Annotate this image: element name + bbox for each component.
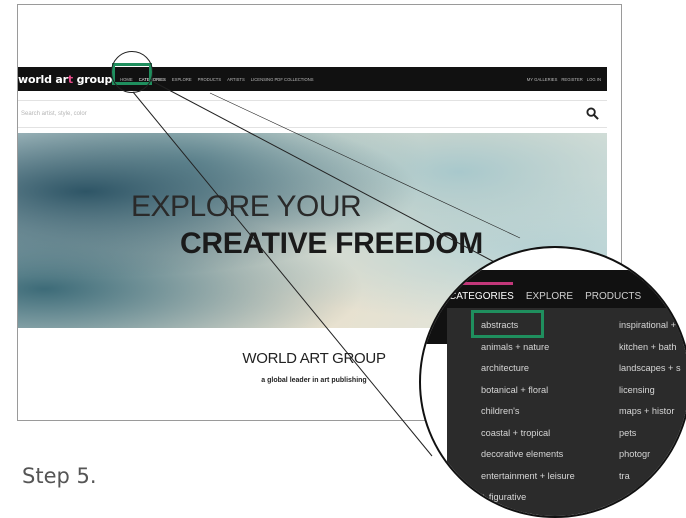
category-pets[interactable]: pets: [619, 428, 681, 450]
active-tab-indicator: [447, 282, 513, 285]
category-licensing[interactable]: licensing: [619, 385, 681, 407]
category-coastal-tropical[interactable]: coastal + tropical: [481, 428, 575, 450]
category-inspirational[interactable]: inspirational +: [619, 320, 681, 342]
category-botanical-floral[interactable]: botanical + floral: [481, 385, 575, 407]
zoomed-nav-products[interactable]: PRODUCTS: [585, 291, 641, 302]
category-animals-nature[interactable]: animals + nature: [481, 342, 575, 364]
category-photography[interactable]: photogr: [619, 449, 681, 471]
category-architecture[interactable]: architecture: [481, 363, 575, 385]
category-landscapes[interactable]: landscapes + s: [619, 363, 681, 385]
category-column-1: abstracts animals + nature architecture …: [481, 320, 575, 514]
zoomed-nav-explore[interactable]: EXPLORE: [526, 291, 573, 302]
step-label: Step 5.: [22, 464, 97, 488]
zoomed-nav-categories[interactable]: CATEGORIES: [449, 291, 514, 302]
category-decorative-elements[interactable]: decorative elements: [481, 449, 575, 471]
category-entertainment-leisure[interactable]: entertainment + leisure: [481, 471, 575, 493]
abstracts-highlight-box: [471, 310, 544, 338]
category-travel[interactable]: tra: [619, 471, 681, 493]
category-kitchen-bath[interactable]: kitchen + bath: [619, 342, 681, 364]
zoom-magnifier: CATEGORIES EXPLORE PRODUCTS abstracts an…: [419, 246, 686, 518]
category-figurative[interactable]: + figurative: [481, 492, 575, 514]
zoomed-nav: CATEGORIES EXPLORE PRODUCTS: [449, 291, 641, 302]
category-childrens[interactable]: children's: [481, 406, 575, 428]
category-maps-history[interactable]: maps + histor: [619, 406, 681, 428]
category-column-2: inspirational + kitchen + bath landscape…: [619, 320, 681, 492]
